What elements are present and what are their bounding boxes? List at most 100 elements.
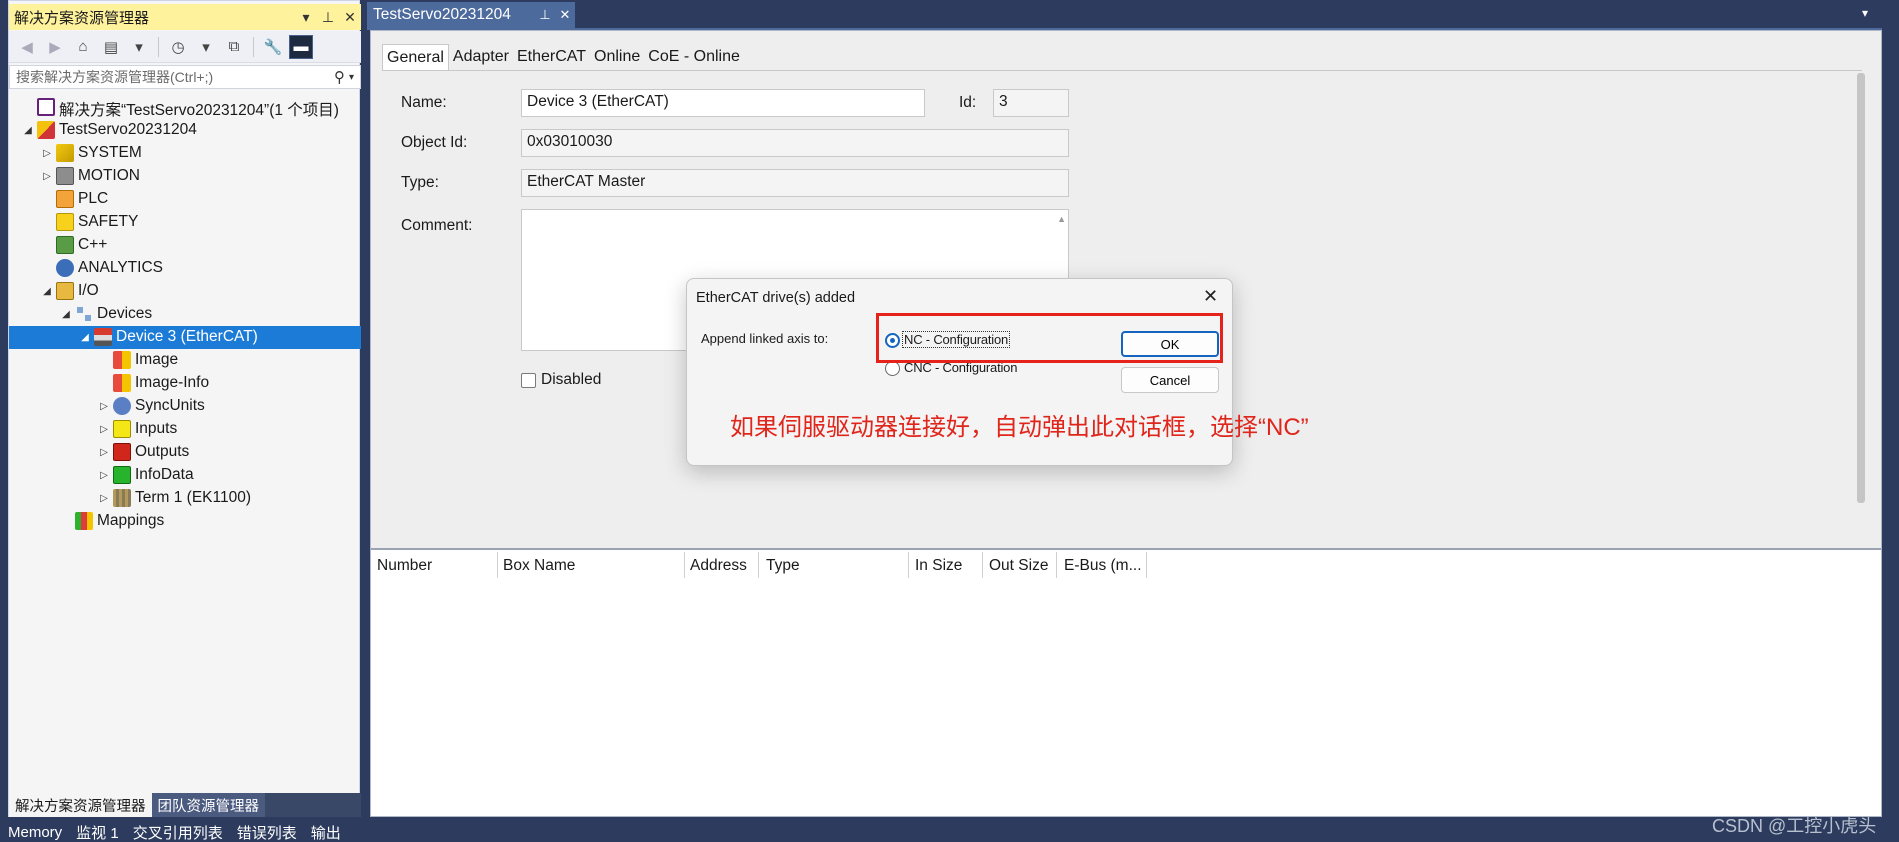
- column-separator[interactable]: [908, 552, 909, 578]
- tree-item-label: 解决方案“TestServo20231204”(1 个项目): [59, 102, 339, 119]
- column-ebus[interactable]: E-Bus (m...: [1064, 557, 1142, 575]
- column-type[interactable]: Type: [766, 557, 800, 575]
- type-field: EtherCAT Master: [521, 169, 1069, 197]
- tree-item-label: MOTION: [78, 167, 140, 184]
- collapse-arrow-icon[interactable]: ◢: [59, 307, 73, 321]
- expand-arrow-icon[interactable]: ▷: [40, 169, 54, 183]
- switch-views-icon[interactable]: ▤: [99, 35, 123, 59]
- io-icon: [56, 282, 74, 300]
- tree-item[interactable]: ▷ MOTION: [9, 165, 361, 188]
- column-number[interactable]: Number: [377, 557, 432, 575]
- tree-item[interactable]: SAFETY: [9, 211, 361, 234]
- expand-arrow-icon[interactable]: ▷: [40, 146, 54, 160]
- tab-team-explorer[interactable]: 团队资源管理器: [151, 793, 265, 817]
- column-out-size[interactable]: Out Size: [989, 557, 1048, 575]
- tree-item[interactable]: ANALYTICS: [9, 257, 361, 280]
- mappings-icon: [75, 512, 93, 530]
- tree-item[interactable]: Mappings: [9, 510, 361, 533]
- tree-item[interactable]: ▷ Inputs: [9, 418, 361, 441]
- cancel-button[interactable]: Cancel: [1121, 367, 1219, 393]
- document-pin-icon[interactable]: ⊥: [535, 7, 555, 23]
- document-close-icon[interactable]: ✕: [555, 7, 575, 23]
- tree-item[interactable]: Image-Info: [9, 372, 361, 395]
- collapse-arrow-icon[interactable]: ◢: [40, 284, 54, 298]
- search-icon[interactable]: ⚲: [334, 68, 345, 86]
- collapse-arrow-icon[interactable]: ◢: [21, 123, 35, 137]
- tab-general[interactable]: General: [382, 44, 449, 70]
- solution-explorer-toolbar: ◀ ▶ ⌂ ▤ ▾ ◷ ▾ ⧉ 🔧 ▬: [9, 31, 361, 63]
- column-separator[interactable]: [982, 552, 983, 578]
- properties-wrench-icon[interactable]: 🔧: [261, 35, 285, 59]
- pending-changes-filter-icon[interactable]: ◷: [166, 35, 190, 59]
- tree-item-label: Devices: [97, 305, 153, 322]
- tab-solution-explorer[interactable]: 解决方案资源管理器: [9, 793, 152, 817]
- tree-item-label: Image: [135, 351, 179, 368]
- disabled-checkbox[interactable]: [521, 373, 536, 388]
- column-in-size[interactable]: In Size: [915, 557, 962, 575]
- search-options-chevron-icon[interactable]: ▾: [349, 72, 354, 83]
- expand-arrow-icon[interactable]: ▷: [97, 422, 111, 436]
- tree-item[interactable]: ◢ TestServo20231204: [9, 119, 361, 142]
- outputs-icon: [113, 443, 131, 461]
- tab-coe-online[interactable]: CoE - Online: [644, 44, 744, 70]
- tab-watch-1[interactable]: 监视 1: [76, 822, 119, 842]
- solution-search-input[interactable]: 搜索解决方案资源管理器(Ctrl+;) ⚲ ▾: [9, 65, 361, 89]
- tree-item-label: Outputs: [135, 443, 190, 460]
- tree-item[interactable]: ▷ Outputs: [9, 441, 361, 464]
- tab-output[interactable]: 输出: [311, 822, 341, 842]
- tab-online[interactable]: Online: [590, 44, 644, 70]
- column-box-name[interactable]: Box Name: [503, 557, 575, 575]
- expand-arrow-icon[interactable]: ▷: [97, 399, 111, 413]
- tree-item-label: Image-Info: [135, 374, 210, 391]
- document-tab[interactable]: TestServo20231204 ⊥ ✕: [367, 2, 575, 28]
- column-address[interactable]: Address: [690, 557, 747, 575]
- document-tab-title: TestServo20231204: [373, 6, 511, 23]
- collapse-arrow-icon[interactable]: ◢: [78, 330, 92, 344]
- tree-item[interactable]: C++: [9, 234, 361, 257]
- preview-selected-items-icon[interactable]: ▬: [289, 34, 313, 59]
- column-separator[interactable]: [497, 552, 498, 578]
- column-separator[interactable]: [684, 552, 685, 578]
- cnc-configuration-radio[interactable]: [885, 361, 900, 376]
- tree-item[interactable]: ◢ Device 3 (EtherCAT): [9, 326, 361, 349]
- tree-item[interactable]: ◢ I/O: [9, 280, 361, 303]
- name-label: Name:: [401, 94, 447, 111]
- project-icon: [37, 121, 55, 139]
- expand-arrow-icon[interactable]: ▷: [97, 468, 111, 482]
- tab-memory[interactable]: Memory: [8, 824, 62, 841]
- dialog-close-icon[interactable]: ✕: [1203, 286, 1218, 307]
- column-separator[interactable]: [758, 552, 759, 578]
- tree-item[interactable]: ◢ Devices: [9, 303, 361, 326]
- tree-item[interactable]: PLC: [9, 188, 361, 211]
- tab-adapter[interactable]: Adapter: [449, 44, 513, 70]
- views-dropdown-icon[interactable]: ▾: [127, 35, 151, 59]
- tab-cross-reference-list[interactable]: 交叉引用列表: [133, 822, 223, 842]
- column-separator[interactable]: [1056, 552, 1057, 578]
- expand-arrow-icon[interactable]: ▷: [97, 445, 111, 459]
- tree-item[interactable]: 解决方案“TestServo20231204”(1 个项目): [9, 96, 361, 119]
- column-separator[interactable]: [1146, 552, 1147, 578]
- tree-item[interactable]: ▷ InfoData: [9, 464, 361, 487]
- tree-item[interactable]: ▷ SYSTEM: [9, 142, 361, 165]
- tab-ethercat[interactable]: EtherCAT: [513, 44, 590, 70]
- disabled-label: Disabled: [541, 371, 602, 388]
- home-icon[interactable]: ⌂: [71, 35, 95, 59]
- tree-item[interactable]: ▷ Term 1 (EK1100): [9, 487, 361, 510]
- window-position-dropdown-icon[interactable]: ▾: [295, 9, 317, 26]
- expand-arrow-icon[interactable]: ▷: [97, 491, 111, 505]
- back-icon[interactable]: ◀: [15, 35, 39, 59]
- tab-error-list[interactable]: 错误列表: [237, 822, 297, 842]
- document-list-dropdown-icon[interactable]: ▾: [1862, 6, 1868, 20]
- scroll-up-icon[interactable]: ▲: [1057, 214, 1066, 224]
- solution-explorer-panel: 解决方案资源管理器 ▾ ⊥ ✕ ◀ ▶ ⌂ ▤ ▾ ◷ ▾ ⧉ 🔧 ▬ 搜索解决…: [8, 0, 361, 817]
- vertical-scrollbar[interactable]: [1857, 73, 1865, 503]
- object-id-label: Object Id:: [401, 134, 468, 151]
- forward-icon[interactable]: ▶: [43, 35, 67, 59]
- pin-icon[interactable]: ⊥: [317, 9, 339, 26]
- tree-item[interactable]: ▷ SyncUnits: [9, 395, 361, 418]
- name-input[interactable]: Device 3 (EtherCAT): [521, 89, 925, 117]
- filter-dropdown-icon[interactable]: ▾: [194, 35, 218, 59]
- close-icon[interactable]: ✕: [339, 9, 361, 26]
- collapse-all-icon[interactable]: ⧉: [222, 35, 246, 59]
- tree-item[interactable]: Image: [9, 349, 361, 372]
